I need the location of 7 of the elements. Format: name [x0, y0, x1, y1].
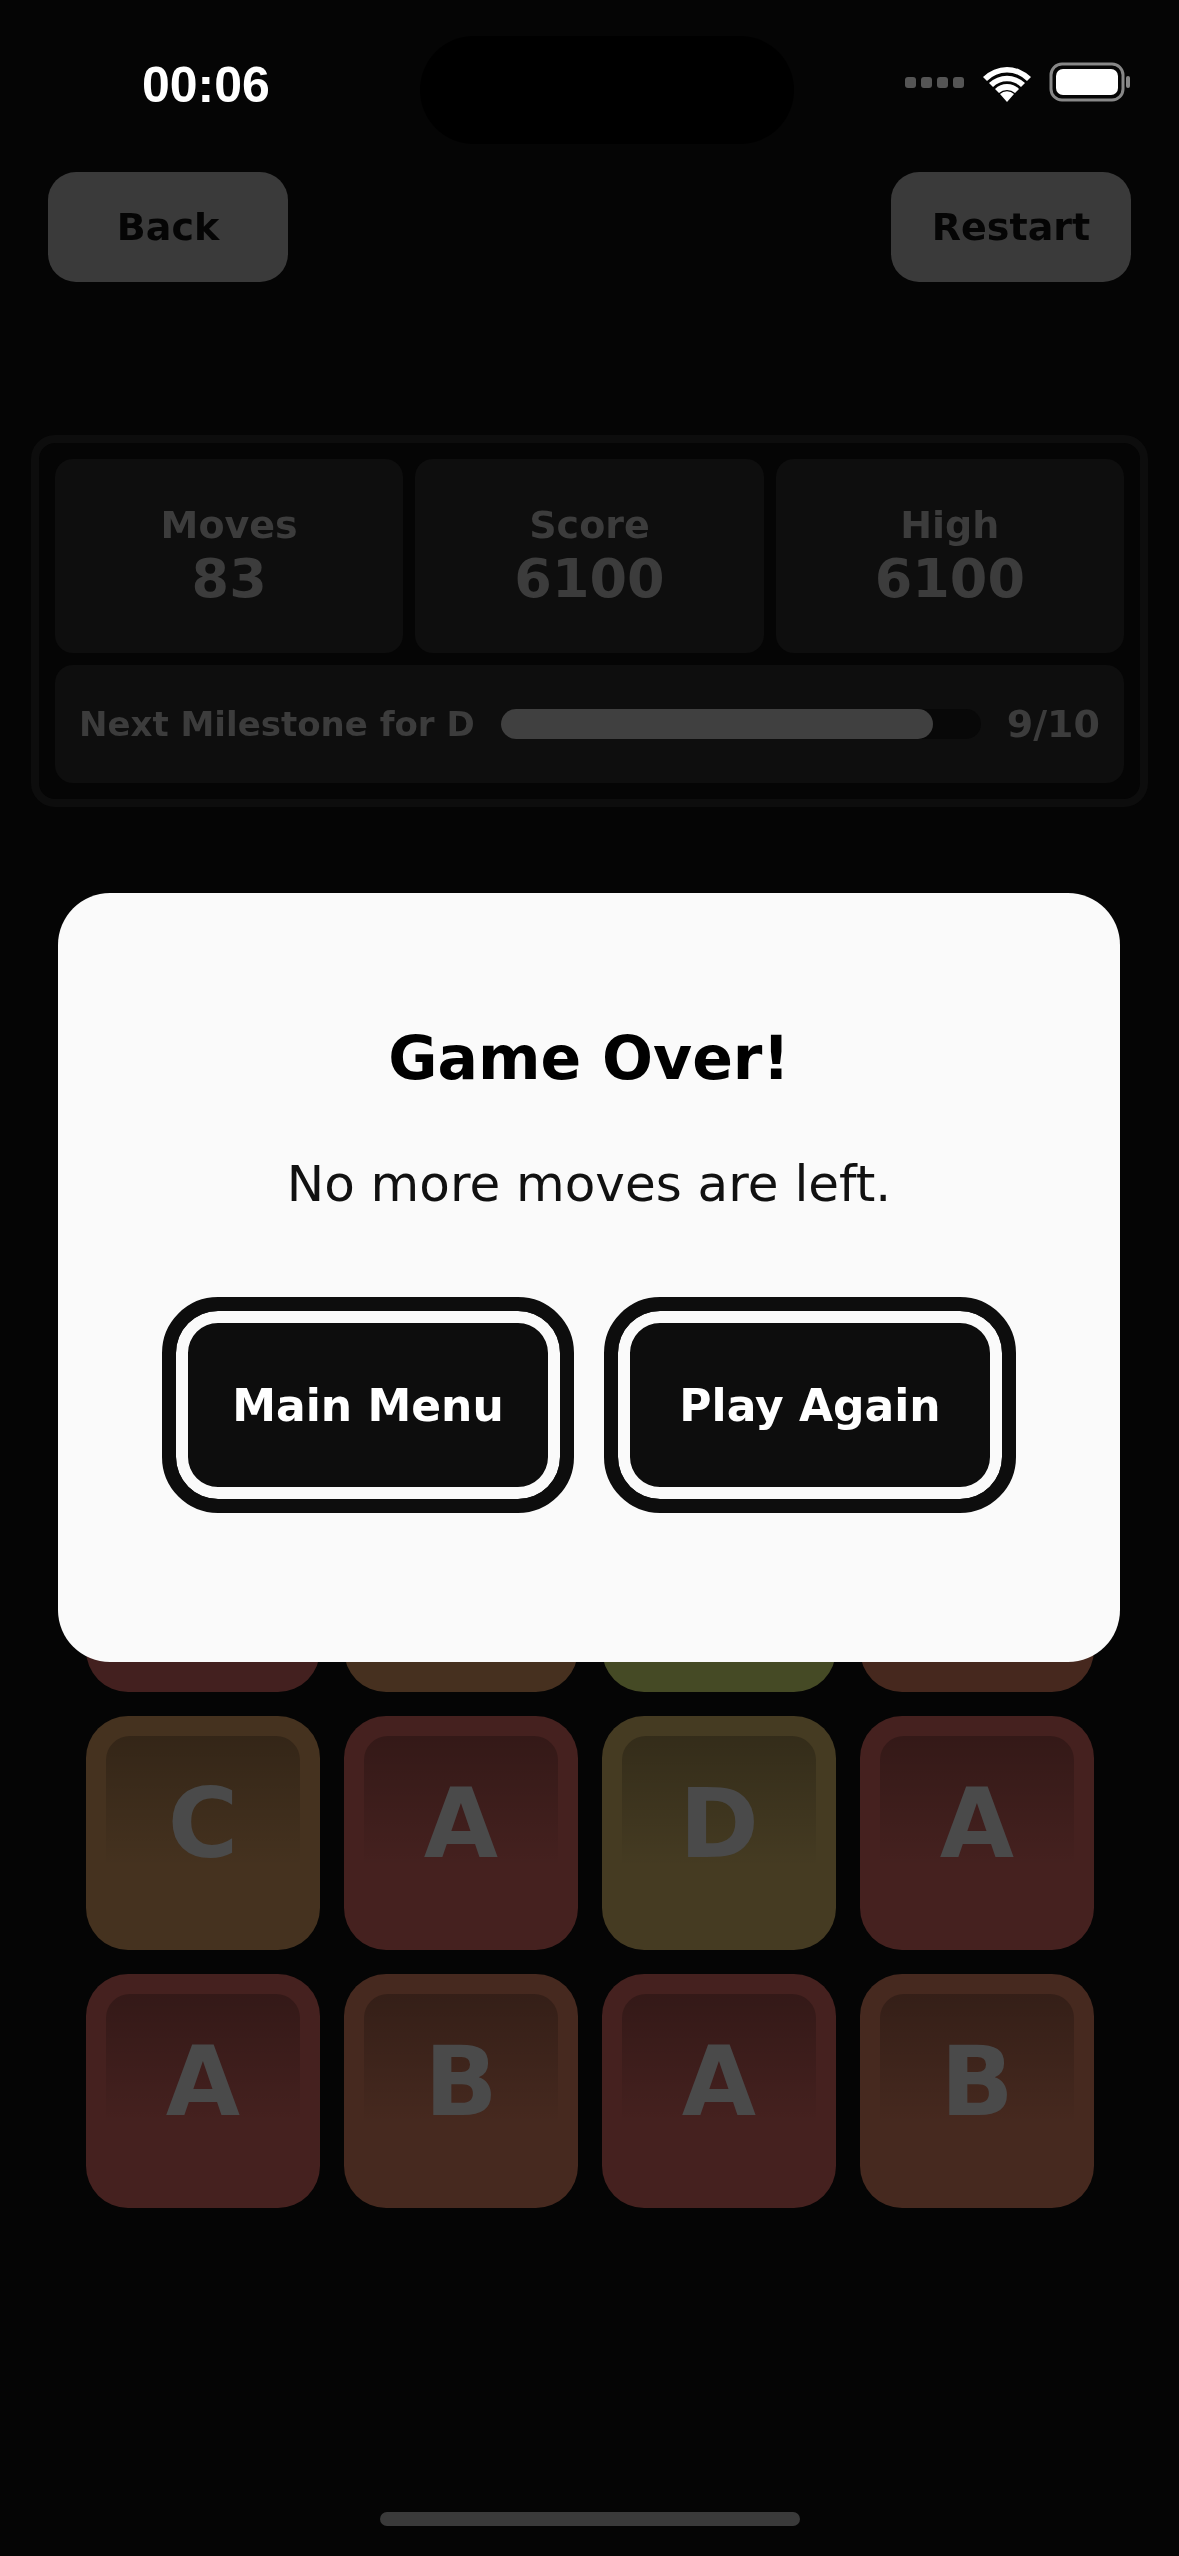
dialog-message: No more moves are left. [286, 1155, 892, 1213]
dialog-title: Game Over! [388, 1023, 790, 1093]
signal-icon [905, 75, 965, 89]
main-menu-button[interactable]: Main Menu [162, 1297, 574, 1513]
status-time: 00:06 [142, 56, 270, 114]
play-again-button[interactable]: Play Again [604, 1297, 1016, 1513]
battery-icon [1049, 62, 1131, 102]
